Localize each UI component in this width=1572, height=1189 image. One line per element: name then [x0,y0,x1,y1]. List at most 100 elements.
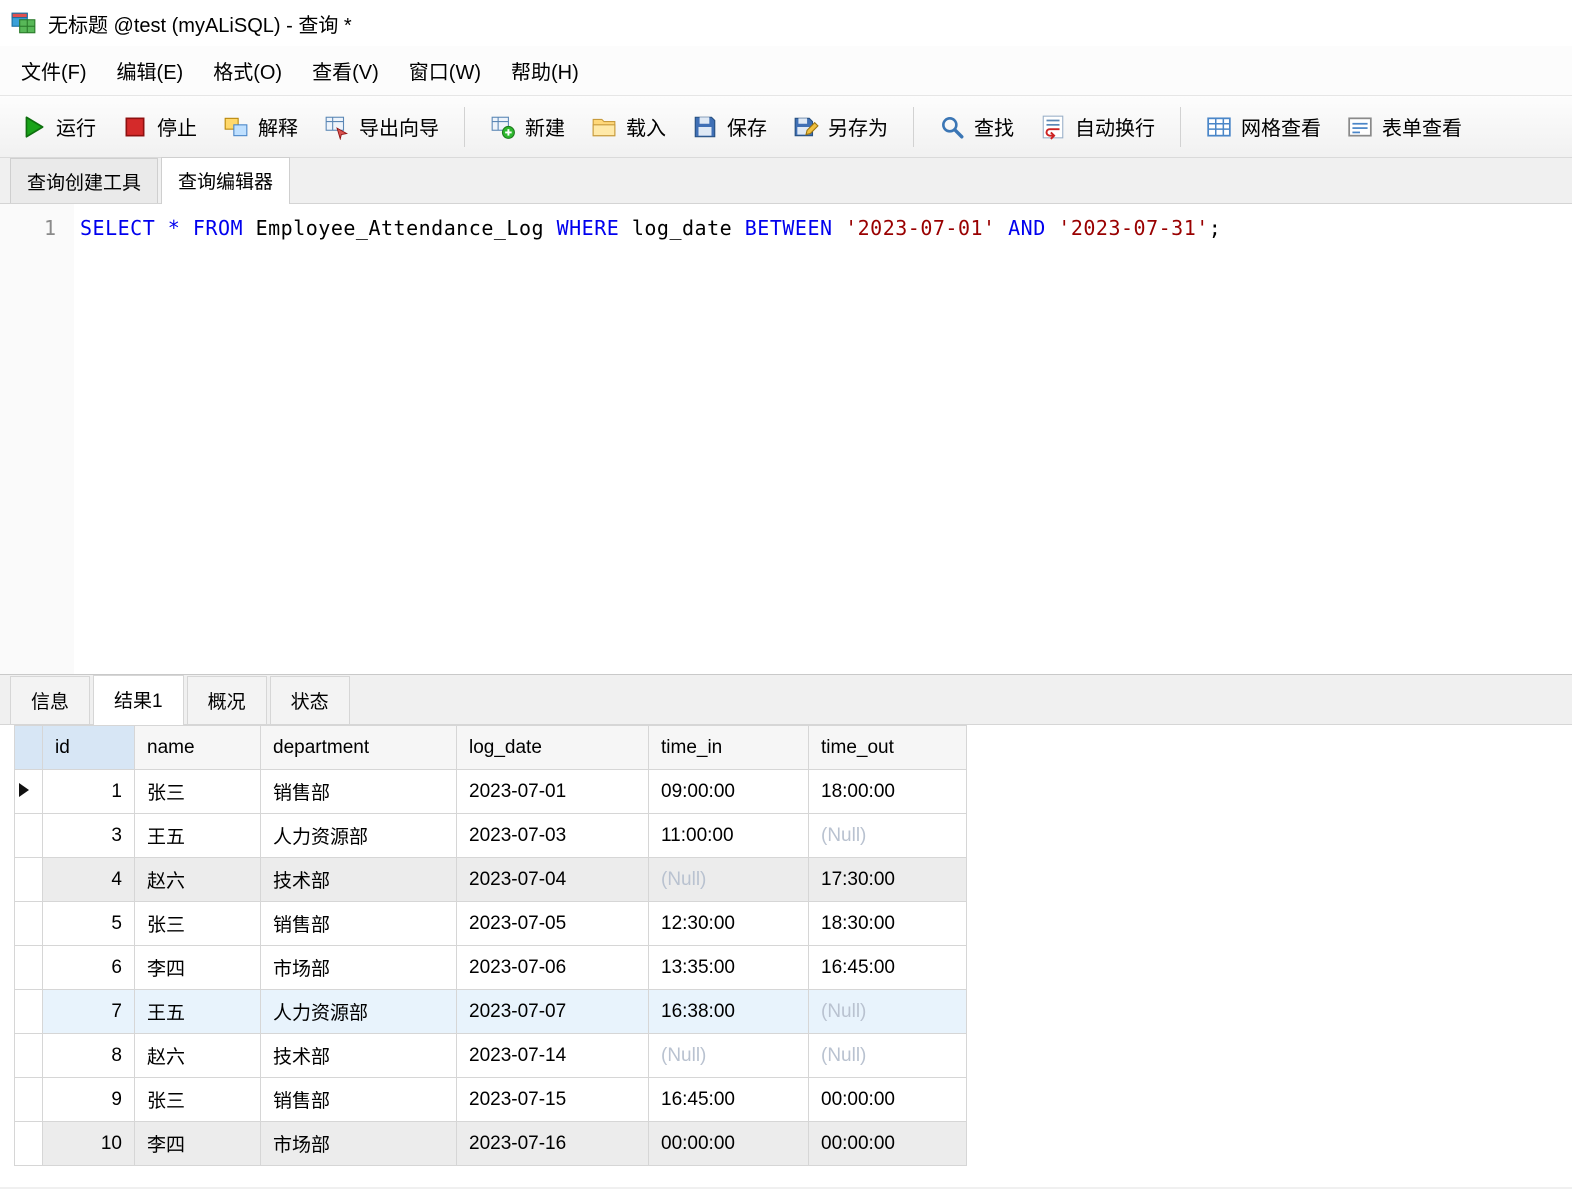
cell-log_date[interactable]: 2023-07-07 [456,989,649,1034]
cell-name[interactable]: 赵六 [134,1033,261,1078]
column-header-id[interactable]: id [42,725,135,770]
toolbar-button-label: 新建 [525,118,565,140]
toolbar-button-grid-view[interactable]: 网格查看 [1195,103,1332,150]
menu-help[interactable]: 帮助(H) [496,48,594,93]
column-header-name[interactable]: name [134,725,261,770]
row-selector[interactable] [14,769,43,814]
cell-time_in[interactable]: 16:38:00 [648,989,809,1034]
cell-name[interactable]: 张三 [134,901,261,946]
cell-name[interactable]: 张三 [134,769,261,814]
cell-id[interactable]: 6 [42,945,135,990]
tab-query-editor[interactable]: 查询编辑器 [161,157,291,204]
cell-time_out[interactable]: (Null) [808,813,967,858]
cell-id[interactable]: 10 [42,1121,135,1166]
cell-id[interactable]: 7 [42,989,135,1034]
tab-query-builder[interactable]: 查询创建工具 [10,158,159,203]
grid-gutter-header[interactable] [14,725,43,770]
column-header-department[interactable]: department [260,725,457,770]
column-header-time_in[interactable]: time_in [648,725,809,770]
cell-log_date[interactable]: 2023-07-16 [456,1121,649,1166]
menu-edit[interactable]: 编辑(E) [102,48,199,93]
cell-department[interactable]: 人力资源部 [260,989,457,1034]
toolbar-button-load[interactable]: 载入 [580,103,677,150]
cell-id[interactable]: 4 [42,857,135,902]
toolbar-button-find[interactable]: 查找 [928,103,1025,150]
tab-result1[interactable]: 结果1 [93,675,184,725]
cell-log_date[interactable]: 2023-07-03 [456,813,649,858]
cell-id[interactable]: 8 [42,1033,135,1078]
row-selector[interactable] [14,1033,43,1078]
cell-time_out[interactable]: 17:30:00 [808,857,967,902]
sql-token-kw: AND [1008,216,1046,240]
cell-department[interactable]: 技术部 [260,857,457,902]
cell-id[interactable]: 9 [42,1077,135,1122]
cell-time_out[interactable]: 00:00:00 [808,1121,967,1166]
cell-log_date[interactable]: 2023-07-01 [456,769,649,814]
column-header-log_date[interactable]: log_date [456,725,649,770]
toolbar-button-export-wizard[interactable]: 导出向导 [313,103,450,150]
toolbar-button-run[interactable]: 运行 [10,103,107,150]
cell-time_out[interactable]: (Null) [808,1033,967,1078]
cell-time_in[interactable]: 00:00:00 [648,1121,809,1166]
cell-name[interactable]: 张三 [134,1077,261,1122]
column-header-time_out[interactable]: time_out [808,725,967,770]
cell-time_out[interactable]: 18:30:00 [808,901,967,946]
row-selector[interactable] [14,901,43,946]
cell-log_date[interactable]: 2023-07-05 [456,901,649,946]
cell-department[interactable]: 销售部 [260,769,457,814]
sql-editor[interactable]: 1 SELECT * FROM Employee_Attendance_Log … [0,204,1572,674]
tab-info[interactable]: 信息 [10,676,91,724]
cell-log_date[interactable]: 2023-07-04 [456,857,649,902]
menu-view[interactable]: 查看(V) [297,48,394,93]
toolbar-button-save-as[interactable]: 另存为 [782,103,899,150]
cell-time_in[interactable]: (Null) [648,1033,809,1078]
cell-name[interactable]: 王五 [134,813,261,858]
cell-time_in[interactable]: 12:30:00 [648,901,809,946]
cell-name[interactable]: 李四 [134,1121,261,1166]
cell-id[interactable]: 1 [42,769,135,814]
row-selector[interactable] [14,945,43,990]
row-selector[interactable] [14,857,43,902]
row-selector[interactable] [14,1077,43,1122]
cell-time_in[interactable]: (Null) [648,857,809,902]
tab-status[interactable]: 状态 [269,676,350,724]
toolbar-button-stop[interactable]: 停止 [111,103,208,150]
cell-log_date[interactable]: 2023-07-15 [456,1077,649,1122]
cell-name[interactable]: 李四 [134,945,261,990]
cell-id[interactable]: 3 [42,813,135,858]
menu-file[interactable]: 文件(F) [6,48,102,93]
cell-department[interactable]: 市场部 [260,945,457,990]
toolbar-button-explain[interactable]: 解释 [212,103,309,150]
cell-log_date[interactable]: 2023-07-14 [456,1033,649,1078]
row-selector[interactable] [14,989,43,1034]
table-row: 9 张三 销售部 2023-07-15 16:45:00 00:00:00 [14,1077,967,1122]
cell-department[interactable]: 销售部 [260,1077,457,1122]
cell-department[interactable]: 人力资源部 [260,813,457,858]
toolbar-button-new[interactable]: 新建 [479,103,576,150]
row-selector[interactable] [14,1121,43,1166]
cell-department[interactable]: 市场部 [260,1121,457,1166]
cell-department[interactable]: 技术部 [260,1033,457,1078]
cell-id[interactable]: 5 [42,901,135,946]
cell-log_date[interactable]: 2023-07-06 [456,945,649,990]
menu-format[interactable]: 格式(O) [198,48,297,93]
cell-time_out[interactable]: (Null) [808,989,967,1034]
menu-window[interactable]: 窗口(W) [394,48,496,93]
cell-time_in[interactable]: 09:00:00 [648,769,809,814]
cell-name[interactable]: 赵六 [134,857,261,902]
sql-code-line[interactable]: SELECT * FROM Employee_Attendance_Log WH… [74,204,1221,674]
tab-profile[interactable]: 概况 [186,676,267,724]
cell-department[interactable]: 销售部 [260,901,457,946]
title-bar: 无标题 @test (myALiSQL) - 查询 * [0,0,1572,46]
cell-time_out[interactable]: 00:00:00 [808,1077,967,1122]
cell-name[interactable]: 王五 [134,989,261,1034]
cell-time_in[interactable]: 13:35:00 [648,945,809,990]
cell-time_out[interactable]: 16:45:00 [808,945,967,990]
toolbar-button-form-view[interactable]: 表单查看 [1336,103,1473,150]
row-selector[interactable] [14,813,43,858]
cell-time_out[interactable]: 18:00:00 [808,769,967,814]
cell-time_in[interactable]: 16:45:00 [648,1077,809,1122]
toolbar-button-save[interactable]: 保存 [681,103,778,150]
cell-time_in[interactable]: 11:00:00 [648,813,809,858]
toolbar-button-word-wrap[interactable]: 自动换行 [1029,103,1166,150]
